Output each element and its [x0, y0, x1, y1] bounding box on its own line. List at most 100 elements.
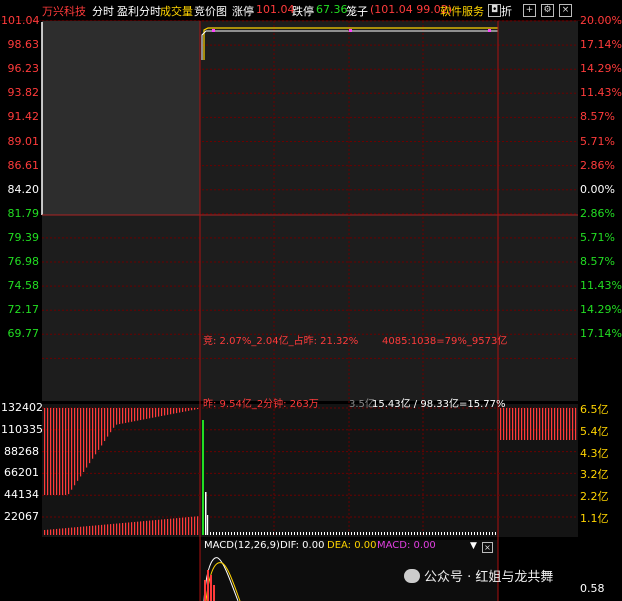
- volume-bar: [465, 532, 466, 535]
- volume-bar: [315, 532, 316, 535]
- volume-bar: [137, 408, 139, 421]
- volume-bar: [566, 408, 568, 440]
- volume-bar: [113, 408, 115, 428]
- volume-bar: [369, 532, 370, 535]
- volume-bar: [453, 532, 454, 535]
- volume-bar: [65, 528, 67, 535]
- volume-bar: [539, 408, 541, 440]
- volume-bar: [155, 408, 157, 418]
- macd-title[interactable]: MACD(12,26,9): [204, 540, 280, 551]
- volume-bar: [62, 528, 64, 535]
- volume-bar: [252, 532, 253, 535]
- volume-bar: [306, 532, 307, 535]
- pre-market-area: [42, 21, 200, 215]
- volume-bar: [381, 532, 382, 535]
- volume-bar: [143, 521, 145, 535]
- volume-bar: [173, 408, 175, 414]
- volume-bar: [89, 408, 91, 464]
- volume-bar: [360, 532, 361, 535]
- volume-bar: [255, 532, 256, 535]
- volume-bar: [345, 532, 346, 535]
- volume-bar: [59, 528, 61, 535]
- volume-bar: [140, 521, 142, 535]
- volume-bar: [375, 532, 376, 535]
- signal-marker: [488, 29, 491, 32]
- volume-bar: [149, 408, 151, 419]
- volume-bar: [441, 532, 442, 535]
- volume-bar: [267, 532, 268, 535]
- volume-bar: [417, 532, 418, 535]
- volume-bar: [104, 524, 106, 535]
- volume-bar: [47, 529, 49, 535]
- volume-bar: [50, 529, 52, 535]
- volume-bar: [207, 515, 209, 535]
- volume-bar: [219, 532, 220, 535]
- volume-bar: [44, 530, 46, 535]
- volume-bar: [468, 532, 469, 535]
- volume-bar: [426, 532, 427, 535]
- volume-bar: [548, 408, 550, 440]
- volume-bar: [86, 526, 88, 535]
- volume-bar: [291, 532, 292, 535]
- volume-bar: [249, 532, 250, 535]
- macd-dif: DIF: 0.00: [280, 540, 325, 551]
- volume-bar: [149, 520, 151, 535]
- volume-bar: [68, 527, 70, 535]
- macd-axis-label: 0.58: [580, 582, 605, 595]
- volume-bar: [164, 408, 166, 416]
- volume-bar: [152, 408, 154, 418]
- volume-bar: [456, 532, 457, 535]
- volume-bar: [110, 408, 112, 433]
- volume-bar: [128, 408, 130, 423]
- volume-bar: [336, 532, 337, 535]
- volume-bar: [56, 408, 58, 495]
- volume-bar: [560, 408, 562, 440]
- volume-bar: [231, 532, 232, 535]
- volume-bar: [176, 518, 178, 535]
- volume-bar: [432, 532, 433, 535]
- volume-bar: [273, 532, 274, 535]
- volume-bar: [176, 408, 178, 414]
- macd-close-icon[interactable]: ×: [482, 542, 493, 553]
- volume-bar: [405, 532, 406, 535]
- volume-bar: [354, 532, 355, 535]
- macd-dea: DEA: 0.00: [327, 540, 377, 551]
- volume-bar: [447, 532, 448, 535]
- volume-bar: [137, 521, 139, 535]
- volume-bar: [471, 532, 472, 535]
- volume-bar: [372, 532, 373, 535]
- volume-bar: [357, 532, 358, 535]
- volume-bar: [56, 528, 58, 535]
- volume-bar: [489, 532, 490, 535]
- volume-bar: [408, 532, 409, 535]
- volume-bar: [101, 524, 103, 535]
- volume-bar: [188, 517, 190, 535]
- volume-bar: [557, 408, 559, 440]
- volume-bar: [59, 408, 61, 495]
- volume-bar: [234, 532, 235, 535]
- volume-bar: [503, 408, 505, 440]
- volume-bar: [71, 408, 73, 490]
- volume-bar: [321, 532, 322, 535]
- volume-bar: [167, 408, 169, 415]
- macd-dropdown-icon[interactable]: ▼: [470, 541, 477, 551]
- volume-bar: [161, 519, 163, 535]
- volume-bar: [435, 532, 436, 535]
- volume-bar: [276, 532, 277, 535]
- volume-bar: [197, 516, 199, 535]
- volume-bar: [285, 532, 286, 535]
- volume-bar: [125, 522, 127, 535]
- volume-bar: [89, 525, 91, 535]
- volume-bar: [83, 408, 85, 472]
- volume-bar: [237, 532, 238, 535]
- volume-bar: [50, 408, 52, 495]
- volume-bar: [450, 532, 451, 535]
- volume-bar: [134, 408, 136, 422]
- volume-bar: [167, 518, 169, 535]
- volume-bar: [77, 527, 79, 535]
- volume-bar: [551, 408, 553, 440]
- volume-bar: [77, 408, 79, 481]
- volume-bar: [423, 532, 424, 535]
- macd-value: MACD: 0.00: [377, 540, 436, 551]
- volume-bar: [161, 408, 163, 416]
